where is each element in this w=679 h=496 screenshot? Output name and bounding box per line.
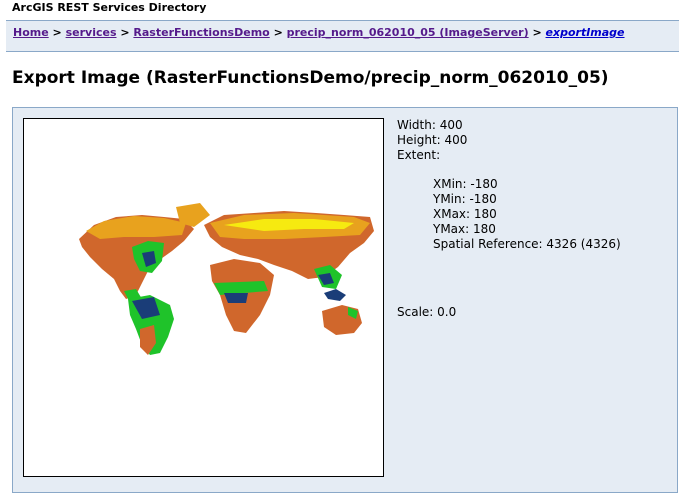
ymax-value: YMax: 180 (433, 222, 496, 236)
height-value: Height: 400 (397, 133, 468, 147)
extent-values: XMin: -180 YMin: -180 XMax: 180 YMax: 18… (433, 177, 621, 252)
width-value: Width: 400 (397, 118, 463, 132)
breadcrumb-separator: > (52, 26, 62, 39)
breadcrumb-folder-link[interactable]: RasterFunctionsDemo (133, 26, 269, 39)
breadcrumb-services-link[interactable]: services (66, 26, 117, 39)
scale-value: Scale: 0.0 (397, 305, 457, 319)
region-congo (224, 293, 248, 303)
export-result-panel: Width: 400 Height: 400 Extent: XMin: -18… (12, 107, 678, 493)
precipitation-map (79, 203, 374, 355)
breadcrumb-exportimage-link[interactable]: exportImage (546, 26, 625, 39)
breadcrumb-home-link[interactable]: Home (13, 26, 49, 39)
spatial-reference-value: Spatial Reference: 4326 (4326) (433, 237, 621, 251)
breadcrumb-separator: > (120, 26, 130, 39)
breadcrumb-imageserver-link[interactable]: precip_norm_062010_05 (ImageServer) (287, 26, 529, 39)
extent-label: Extent: (397, 148, 441, 162)
continent-australia (322, 305, 362, 335)
breadcrumb: Home > services > RasterFunctionsDemo > … (6, 20, 679, 52)
directory-title: ArcGIS REST Services Directory (12, 1, 207, 14)
region-indonesia (324, 289, 346, 301)
page-title: Export Image (RasterFunctionsDemo/precip… (12, 68, 609, 88)
ymin-value: YMin: -180 (433, 192, 497, 206)
breadcrumb-separator: > (532, 26, 542, 39)
exported-image (23, 118, 384, 477)
breadcrumb-separator: > (273, 26, 283, 39)
xmax-value: XMax: 180 (433, 207, 497, 221)
xmin-value: XMin: -180 (433, 177, 498, 191)
image-info: Width: 400 Height: 400 Extent: XMin: -18… (397, 118, 621, 252)
